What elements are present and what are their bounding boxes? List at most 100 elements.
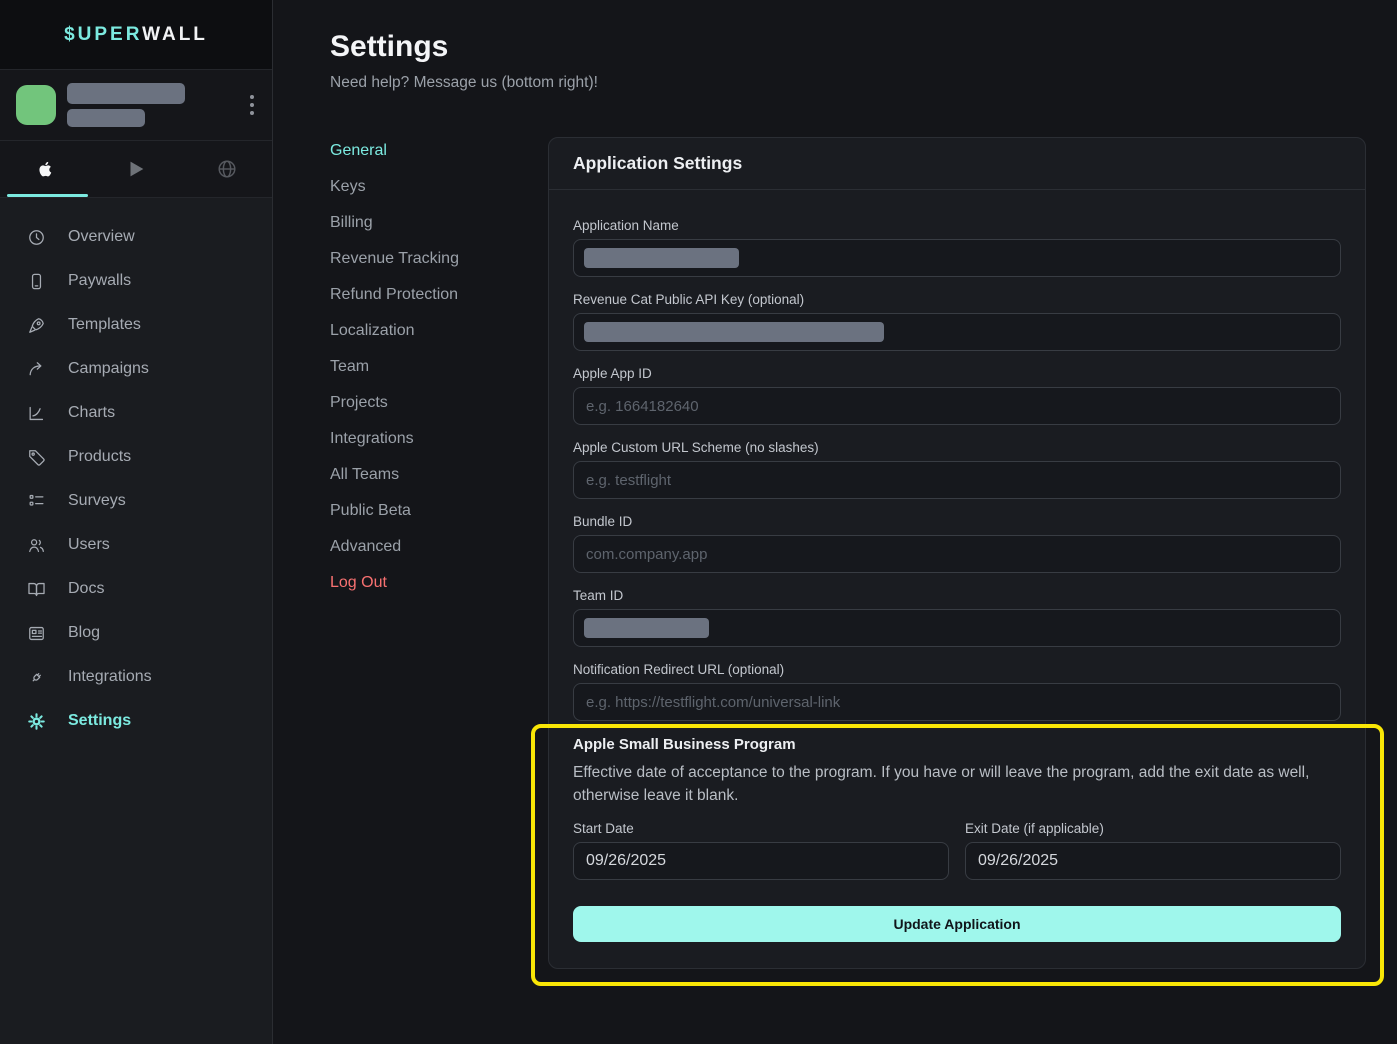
exit-date-input[interactable] [965,842,1341,880]
revenuecat-api-key-input[interactable] [573,313,1341,351]
sidebar-item-surveys[interactable]: Surveys [0,479,272,523]
phone-icon [27,272,46,291]
sbp-title: Apple Small Business Program [573,736,1341,753]
tab-web[interactable] [181,141,272,197]
settings-nav-keys[interactable]: Keys [330,169,520,205]
settings-nav-revenue-tracking[interactable]: Revenue Tracking [330,241,520,277]
sidebar-nav: Overview Paywalls Templates Campaigns Ch… [0,198,272,743]
gear-icon [27,712,46,731]
page-subtitle: Need help? Message us (bottom right)! [330,74,598,92]
brand-logo-suffix: WALL [142,24,208,45]
bundle-id-input[interactable] [573,535,1341,573]
settings-nav: General Keys Billing Revenue Tracking Re… [330,133,520,601]
apple-url-scheme-input[interactable] [573,461,1341,499]
sidebar-item-campaigns[interactable]: Campaigns [0,347,272,391]
sidebar-item-label: Surveys [68,492,126,510]
notification-redirect-url-input[interactable] [573,683,1341,721]
brand-logo[interactable]: $UPERWALL [0,0,272,70]
platform-tabs [0,141,272,198]
settings-nav-integrations[interactable]: Integrations [330,421,520,457]
sidebar-item-overview[interactable]: Overview [0,215,272,259]
sidebar-item-charts[interactable]: Charts [0,391,272,435]
workspace-avatar[interactable] [16,85,56,125]
field-label: Apple Custom URL Scheme (no slashes) [573,440,1341,455]
globe-icon [216,158,238,180]
redacted-value [584,618,709,638]
sidebar-item-blog[interactable]: Blog [0,611,272,655]
sidebar-item-integrations[interactable]: Integrations [0,655,272,699]
update-application-button[interactable]: Update Application [573,906,1341,942]
tab-google-play[interactable] [91,141,182,197]
sbp-description: Effective date of acceptance to the prog… [573,761,1341,807]
checklist-icon [27,492,46,511]
plug-icon [27,668,46,687]
field-label: Application Name [573,218,1341,233]
overview-clock-icon [27,228,46,247]
sidebar-item-label: Users [68,536,110,554]
sidebar-item-label: Settings [68,712,131,730]
settings-nav-refund-protection[interactable]: Refund Protection [330,277,520,313]
kebab-menu-icon[interactable] [246,91,258,119]
redacted-workspace-title [67,83,185,104]
book-icon [27,580,46,599]
field-application-name: Application Name [573,218,1341,277]
sidebar-item-label: Templates [68,316,141,334]
start-date-input[interactable] [573,842,949,880]
sidebar-item-users[interactable]: Users [0,523,272,567]
settings-nav-localization[interactable]: Localization [330,313,520,349]
sidebar-item-products[interactable]: Products [0,435,272,479]
settings-nav-billing[interactable]: Billing [330,205,520,241]
sidebar-item-label: Paywalls [68,272,131,290]
newspaper-icon [27,624,46,643]
settings-nav-advanced[interactable]: Advanced [330,529,520,565]
field-label: Exit Date (if applicable) [965,821,1341,836]
field-start-date: Start Date [573,821,949,880]
active-tab-underline [7,194,88,197]
team-id-input[interactable] [573,609,1341,647]
users-icon [27,536,46,555]
field-notification-redirect-url: Notification Redirect URL (optional) [573,662,1341,721]
card-title: Application Settings [549,138,1365,190]
settings-nav-public-beta[interactable]: Public Beta [330,493,520,529]
brand-logo-prefix: $UPER [64,24,142,45]
workspace-name-redacted [67,83,185,127]
field-apple-app-id: Apple App ID [573,366,1341,425]
brand-logo-text: $UPERWALL [64,24,208,46]
redacted-workspace-subtitle [67,109,145,127]
rocket-icon [27,316,46,335]
settings-nav-all-teams[interactable]: All Teams [330,457,520,493]
field-label: Revenue Cat Public API Key (optional) [573,292,1341,307]
apple-small-business-program-section: Apple Small Business Program Effective d… [573,736,1341,942]
sidebar-item-label: Campaigns [68,360,149,378]
settings-nav-log-out[interactable]: Log Out [330,565,520,601]
redacted-value [584,248,739,268]
sidebar-item-paywalls[interactable]: Paywalls [0,259,272,303]
app-sidebar: $UPERWALL Overview [0,0,273,1044]
field-bundle-id: Bundle ID [573,514,1341,573]
tab-apple[interactable] [0,141,91,197]
settings-nav-general[interactable]: General [330,133,520,169]
apple-app-id-input[interactable] [573,387,1341,425]
sidebar-item-label: Charts [68,404,115,422]
settings-nav-projects[interactable]: Projects [330,385,520,421]
workspace-switcher[interactable] [0,70,272,141]
play-icon [125,158,147,180]
sidebar-item-label: Overview [68,228,135,246]
redacted-value [584,322,884,342]
sidebar-item-label: Docs [68,580,104,598]
sidebar-item-docs[interactable]: Docs [0,567,272,611]
field-apple-url-scheme: Apple Custom URL Scheme (no slashes) [573,440,1341,499]
field-exit-date: Exit Date (if applicable) [965,821,1341,880]
application-name-input[interactable] [573,239,1341,277]
field-label: Bundle ID [573,514,1341,529]
campaign-arrow-icon [27,360,46,379]
sidebar-item-label: Blog [68,624,100,642]
sidebar-item-settings[interactable]: Settings [0,699,272,743]
apple-icon [34,158,56,180]
field-label: Notification Redirect URL (optional) [573,662,1341,677]
field-label: Start Date [573,821,949,836]
field-revenuecat-api-key: Revenue Cat Public API Key (optional) [573,292,1341,351]
settings-nav-team[interactable]: Team [330,349,520,385]
sidebar-item-templates[interactable]: Templates [0,303,272,347]
field-team-id: Team ID [573,588,1341,647]
